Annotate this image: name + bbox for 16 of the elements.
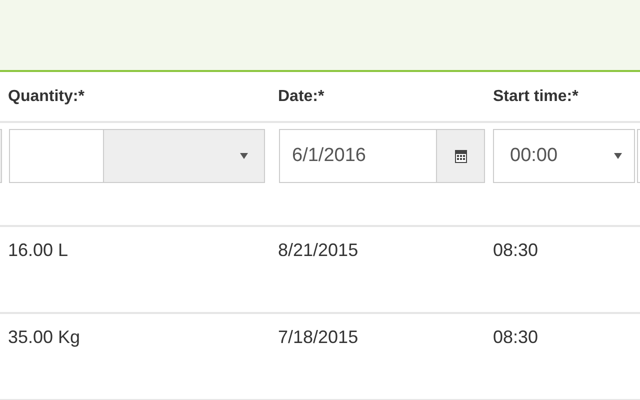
- calendar-icon: [454, 149, 468, 163]
- table-cell: 8/21/2015: [278, 240, 358, 260]
- table-cell: 35.00 Kg: [8, 327, 80, 347]
- caret-icon: [614, 153, 622, 159]
- caret-icon: [240, 153, 248, 159]
- column-header: Start time:*: [493, 88, 578, 104]
- table-cell: 16.00 L: [8, 240, 68, 260]
- column-header: Quantity:*: [8, 88, 84, 104]
- table-cell: 7/18/2015: [278, 327, 358, 347]
- column-header: Date:*: [278, 88, 324, 104]
- calendar-button[interactable]: [436, 129, 485, 183]
- unit-dropdown[interactable]: [104, 129, 265, 183]
- table-cell: 08:30: [493, 327, 538, 347]
- table-cell: 08:30: [493, 240, 538, 260]
- start-time-dropdown[interactable]: 00:00: [493, 129, 636, 183]
- quantity-field[interactable]: [9, 129, 104, 183]
